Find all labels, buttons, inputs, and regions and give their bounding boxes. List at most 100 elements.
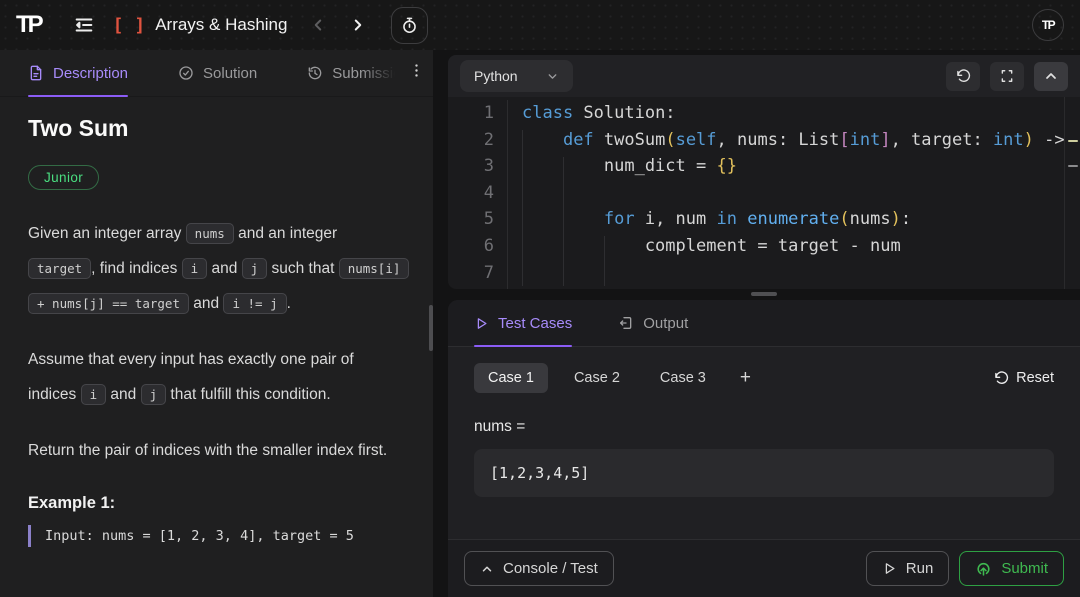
- tab-description[interactable]: Description: [28, 50, 128, 96]
- chevron-up-icon: [480, 562, 494, 576]
- fullscreen-icon: [1000, 69, 1014, 83]
- line-number: 1: [448, 100, 494, 127]
- problem-tabbar: Description Solution Submissions: [0, 50, 433, 97]
- tab-solution[interactable]: Solution: [178, 50, 257, 96]
- line-number: 3: [448, 153, 494, 180]
- check-circle-icon: [178, 65, 194, 81]
- chevron-up-icon: [1043, 68, 1059, 84]
- problem-paragraph: Return the pair of indices with the smal…: [28, 433, 405, 468]
- code-editor-panel: Python: [448, 55, 1080, 289]
- right-column: Python: [433, 50, 1080, 597]
- submit-label: Submit: [1001, 560, 1048, 577]
- tab-submissions[interactable]: Submissions: [307, 50, 395, 96]
- fullscreen-button[interactable]: [990, 62, 1024, 91]
- code-line[interactable]: [522, 180, 1080, 207]
- param-label: nums =: [448, 393, 1080, 436]
- main-split: Description Solution Submissions: [0, 50, 1080, 597]
- tab-test-cases-label: Test Cases: [498, 315, 572, 332]
- editor-toolbar: Python: [448, 55, 1080, 97]
- app-logo[interactable]: TP: [16, 11, 41, 39]
- chevron-down-icon: [546, 70, 559, 83]
- reset-button[interactable]: Reset: [994, 370, 1054, 386]
- problem-paragraph: Given an integer array nums and an integ…: [28, 216, 405, 321]
- line-number-gutter: 1234567: [448, 100, 508, 289]
- test-panel: Test Cases Output Case 1 Case 2 Case 3 +: [448, 300, 1080, 597]
- minimap-mark: [1068, 165, 1078, 167]
- action-footer: Console / Test Run Submit: [448, 539, 1080, 597]
- timer-button[interactable]: [391, 7, 428, 44]
- output-icon: [618, 315, 634, 331]
- reset-label: Reset: [1016, 370, 1054, 386]
- app-window: TP [ ] Arrays & Hashing TP: [0, 0, 1080, 597]
- line-number: 6: [448, 233, 494, 260]
- chevron-left-icon: [309, 16, 327, 34]
- tab-test-cases[interactable]: Test Cases: [474, 300, 572, 346]
- tab-solution-label: Solution: [203, 65, 257, 82]
- chevron-right-icon: [349, 16, 367, 34]
- param-input[interactable]: [1,2,3,4,5]: [474, 449, 1054, 497]
- indent-guide: [604, 236, 605, 286]
- inline-code: j: [242, 258, 268, 279]
- line-number: 2: [448, 127, 494, 154]
- code-line[interactable]: class Solution:: [522, 100, 1080, 127]
- tab-output[interactable]: Output: [618, 300, 688, 346]
- collapse-editor-button[interactable]: [1034, 62, 1068, 91]
- inline-code: i != j: [223, 293, 286, 314]
- run-play-icon: [882, 561, 897, 576]
- code-line[interactable]: complement = target - num: [522, 233, 1080, 260]
- console-test-button[interactable]: Console / Test: [464, 551, 614, 586]
- case-1-button[interactable]: Case 1: [474, 363, 548, 393]
- undo-button[interactable]: [946, 62, 980, 91]
- collapse-sidebar-icon: [73, 14, 95, 36]
- play-icon: [474, 316, 489, 331]
- panel-resize-handle[interactable]: [751, 292, 777, 296]
- inline-code: nums: [186, 223, 234, 244]
- line-number: 5: [448, 206, 494, 233]
- history-icon: [307, 65, 323, 81]
- scrollbar-thumb[interactable]: [429, 305, 433, 351]
- inline-code: j: [141, 384, 167, 405]
- add-case-button[interactable]: +: [732, 367, 759, 389]
- test-panel-tabbar: Test Cases Output: [448, 300, 1080, 347]
- code-line[interactable]: for i, num in enumerate(nums):: [522, 206, 1080, 233]
- document-icon: [28, 65, 44, 81]
- line-number: 4: [448, 180, 494, 207]
- difficulty-badge: Junior: [28, 165, 99, 190]
- submit-button[interactable]: Submit: [959, 551, 1064, 586]
- case-3-button[interactable]: Case 3: [646, 363, 720, 393]
- language-select[interactable]: Python: [460, 60, 573, 92]
- minimap-mark: [1068, 140, 1078, 142]
- inline-code: target: [28, 258, 91, 279]
- case-selector-row: Case 1 Case 2 Case 3 + Reset: [448, 347, 1080, 393]
- reset-icon: [994, 371, 1009, 386]
- code-line[interactable]: num_dict = {}: [522, 153, 1080, 180]
- example-heading: Example 1:: [28, 494, 405, 513]
- case-2-button[interactable]: Case 2: [560, 363, 634, 393]
- indent-guide: [563, 157, 564, 286]
- code-area[interactable]: class Solution: def twoSum(self, nums: L…: [508, 100, 1080, 289]
- tab-fade-overlay: [361, 50, 395, 96]
- more-options-button[interactable]: [408, 62, 425, 79]
- code-line[interactable]: def twoSum(self, nums: List[int], target…: [522, 127, 1080, 154]
- prev-problem-button[interactable]: [309, 16, 327, 34]
- kebab-menu-icon: [408, 62, 425, 79]
- indent-guide: [522, 130, 523, 286]
- collapse-sidebar-button[interactable]: [73, 14, 95, 36]
- tab-description-label: Description: [53, 65, 128, 82]
- run-button[interactable]: Run: [866, 551, 950, 586]
- stopwatch-icon: [400, 16, 419, 35]
- tab-output-label: Output: [643, 315, 688, 332]
- problem-content: Two Sum Junior Given an integer array nu…: [0, 97, 433, 547]
- problem-paragraph: Assume that every input has exactly one …: [28, 342, 405, 412]
- run-label: Run: [906, 560, 934, 577]
- line-number: 7: [448, 260, 494, 287]
- user-avatar[interactable]: TP: [1032, 9, 1064, 41]
- editor-minimap[interactable]: [1064, 97, 1080, 289]
- topic-title: Arrays & Hashing: [155, 15, 287, 35]
- example-code-block: Input: nums = [1, 2, 3, 4], target = 5: [28, 525, 405, 547]
- editor-body[interactable]: 1234567 class Solution: def twoSum(self,…: [448, 97, 1080, 289]
- inline-code: i: [81, 384, 107, 405]
- next-problem-button[interactable]: [349, 16, 367, 34]
- brackets-icon: [ ]: [113, 15, 146, 36]
- code-line[interactable]: [522, 260, 1080, 287]
